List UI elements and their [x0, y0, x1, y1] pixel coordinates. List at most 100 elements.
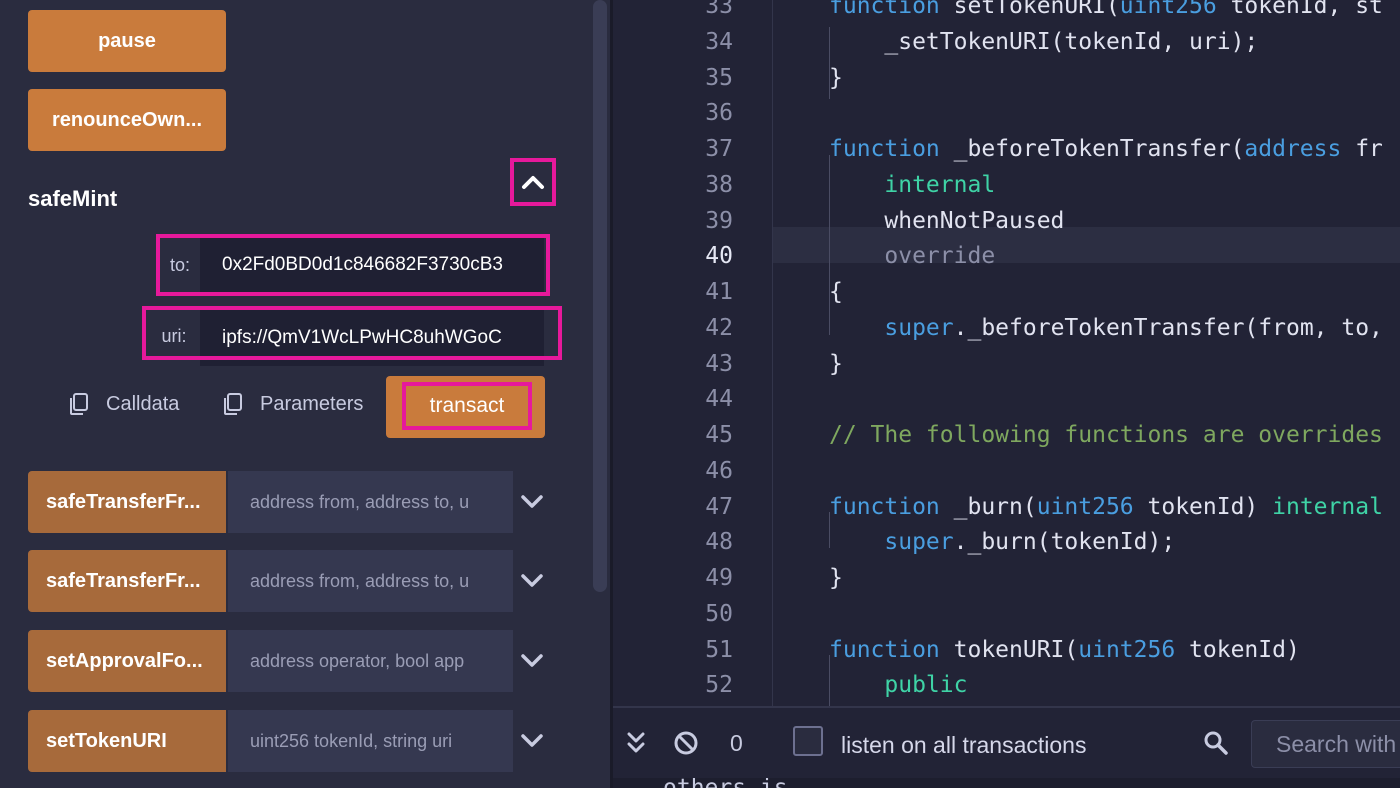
code-text: function setTokenURI(uint256 tokenId, st	[829, 0, 1383, 24]
chevron-down-icon[interactable]	[520, 650, 544, 672]
code-line[interactable]: 34 _setTokenURI(tokenId, uri);	[613, 24, 1400, 60]
copy-parameters-button[interactable]: Parameters	[222, 392, 363, 416]
search-icon[interactable]	[1203, 730, 1229, 756]
indent-guide	[829, 27, 830, 99]
function-call-button[interactable]: safeTransferFr...	[28, 550, 226, 612]
to-address-input[interactable]: 0x2Fd0BD0d1c846682F3730cB3	[200, 238, 544, 292]
clear-console-icon[interactable]	[673, 730, 699, 756]
copy-calldata-button[interactable]: Calldata	[68, 392, 179, 416]
code-line[interactable]: 36	[613, 95, 1400, 131]
code-token: {	[829, 279, 843, 305]
panel-scrollbar[interactable]	[593, 0, 607, 592]
to-field-label: to:	[160, 238, 200, 292]
code-token: whenNotPaused	[829, 207, 1065, 234]
code-token: tokenId)	[1133, 493, 1273, 520]
code-line[interactable]: 35}	[613, 60, 1400, 96]
code-line[interactable]: 40 override	[613, 238, 1400, 274]
line-number: 35	[705, 64, 733, 91]
terminal-toolbar: 0 listen on all transactions Search with	[613, 706, 1400, 778]
line-number: 36	[705, 100, 733, 127]
function-params-input[interactable]: uint256 tokenId, string uri	[228, 710, 513, 772]
line-number: 48	[705, 529, 733, 556]
code-line[interactable]: 47 function _burn(uint256 tokenId) intern…	[613, 489, 1400, 525]
copy-icon	[224, 393, 242, 415]
indent-guide	[829, 512, 830, 548]
transact-button[interactable]: transact	[402, 382, 532, 430]
code-line[interactable]: 46	[613, 453, 1400, 489]
code-text: }	[829, 346, 843, 382]
function-row: safeTransferFr... address from, address …	[28, 471, 558, 533]
line-number: 40	[705, 243, 733, 270]
function-row: safeTransferFr... address from, address …	[28, 550, 558, 612]
code-token: internal	[884, 171, 996, 198]
code-line[interactable]: 52 public	[613, 667, 1400, 703]
function-call-button[interactable]: setTokenURI	[28, 710, 226, 772]
line-number: 45	[705, 422, 733, 448]
line-number: 52	[705, 672, 733, 699]
code-editor[interactable]: 33 function setTokenURI(uint256 tokenId, …	[613, 0, 1400, 706]
code-line[interactable]: 48 super._burn(tokenId);	[613, 524, 1400, 560]
code-text: function tokenURI(uint256 tokenId)	[829, 632, 1300, 668]
chevron-down-icon[interactable]	[520, 730, 544, 752]
code-token: uint256	[1078, 636, 1176, 663]
terminal-search-input[interactable]: Search with	[1251, 720, 1400, 768]
function-params-input[interactable]: address from, address to, u	[228, 471, 513, 533]
code-line[interactable]: 42 super._beforeTokenTransfer(from, to,	[613, 310, 1400, 346]
line-number: 42	[705, 314, 733, 341]
chevron-down-icon[interactable]	[520, 570, 544, 592]
code-token: function	[829, 493, 954, 520]
code-line[interactable]: 37 function _beforeTokenTransfer(address …	[613, 131, 1400, 167]
code-token: tokenId)	[1175, 636, 1300, 663]
code-token: ._burn(tokenId);	[953, 529, 1176, 556]
code-line[interactable]: 44	[613, 381, 1400, 417]
code-token: function	[829, 136, 954, 162]
code-line[interactable]: 33 function setTokenURI(uint256 tokenId, …	[613, 0, 1400, 24]
code-line[interactable]: 43}	[613, 346, 1400, 382]
code-token: setTokenURI(	[953, 0, 1120, 19]
renounce-ownership-button[interactable]: renounceOwn...	[28, 89, 226, 151]
chevron-down-icon[interactable]	[520, 491, 544, 513]
code-text: function _beforeTokenTransfer(address fr	[829, 131, 1383, 167]
line-number: 50	[705, 600, 733, 627]
double-chevron-down-icon[interactable]	[625, 730, 647, 756]
code-line[interactable]: 51 function tokenURI(uint256 tokenId)	[613, 632, 1400, 668]
line-number: 44	[705, 386, 733, 413]
code-line[interactable]: 49}	[613, 560, 1400, 596]
function-row: setTokenURI uint256 tokenId, string uri	[28, 710, 558, 772]
indent-guide	[829, 655, 830, 706]
code-text: {	[829, 274, 843, 310]
listen-all-checkbox[interactable]	[793, 726, 823, 756]
code-text: public	[829, 667, 967, 703]
code-text: function _burn(uint256 tokenId) internal	[829, 489, 1383, 525]
line-number: 47	[705, 493, 733, 520]
collapse-safemint-button[interactable]	[510, 158, 556, 206]
function-params-input[interactable]: address from, address to, u	[228, 550, 513, 612]
code-line[interactable]: 39 whenNotPaused	[613, 203, 1400, 239]
code-token: function	[829, 636, 954, 663]
uri-input[interactable]: ipfs://QmV1WcLPwHC8uhWGoC	[200, 310, 544, 366]
function-call-button[interactable]: safeTransferFr...	[28, 471, 226, 533]
line-number: 38	[705, 171, 733, 198]
line-number: 34	[705, 28, 733, 55]
function-call-button[interactable]: setApprovalFo...	[28, 630, 226, 692]
code-line[interactable]: 45 // The following functions are overrid…	[613, 417, 1400, 453]
code-line[interactable]: 38 internal	[613, 167, 1400, 203]
line-number: 46	[705, 457, 733, 484]
code-token: super	[884, 314, 954, 341]
function-params-input[interactable]: address operator, bool app	[228, 630, 513, 692]
pause-button[interactable]: pause	[28, 10, 226, 72]
safemint-title: safeMint	[28, 186, 118, 211]
code-line[interactable]: 50	[613, 596, 1400, 632]
code-line[interactable]: 41 {	[613, 274, 1400, 310]
code-text: }	[829, 560, 843, 596]
copy-icon	[70, 393, 88, 415]
code-token: fr	[1341, 136, 1383, 162]
line-number: 37	[705, 136, 733, 162]
code-token: override	[884, 243, 996, 270]
terminal-output: others is	[613, 778, 1400, 788]
line-number: 41	[705, 279, 733, 305]
code-token: }	[829, 64, 843, 91]
